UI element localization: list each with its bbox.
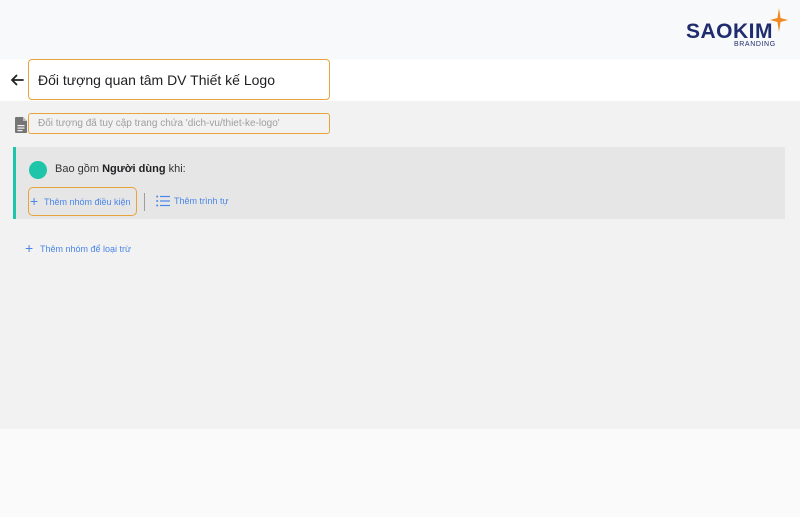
- include-condition-group: Bao gồm Người dùng khi: + Thêm nhóm điều…: [13, 147, 785, 219]
- audience-name-input[interactable]: [28, 59, 330, 100]
- star-icon: [770, 8, 788, 32]
- top-bar: SAOKIM BRANDING: [0, 0, 800, 59]
- list-icon: [156, 195, 170, 207]
- brand-tagline: BRANDING: [734, 41, 776, 48]
- plus-icon: +: [30, 193, 39, 209]
- document-icon: [15, 117, 27, 133]
- title-bar: [0, 59, 800, 101]
- add-exclude-group-label: Thêm nhóm để loại trừ: [40, 244, 132, 254]
- group-label-target[interactable]: Người dùng: [102, 163, 165, 175]
- divider: [144, 193, 145, 211]
- description-input[interactable]: [28, 113, 330, 134]
- group-status-dot: [29, 161, 47, 179]
- add-sequence-label: Thêm trình tự: [174, 196, 229, 206]
- group-label: Bao gồm Người dùng khi:: [55, 163, 186, 175]
- audience-editor: Bao gồm Người dùng khi: + Thêm nhóm điều…: [0, 101, 800, 429]
- plus-icon: +: [25, 240, 34, 256]
- group-label-suffix: khi:: [168, 163, 186, 175]
- add-condition-group-label: Thêm nhóm điều kiện: [44, 197, 131, 207]
- arrow-left-icon[interactable]: [8, 71, 26, 89]
- brand-logo: SAOKIM BRANDING: [686, 8, 790, 50]
- group-label-prefix: Bao gồm: [55, 163, 100, 175]
- add-condition-group-button[interactable]: + Thêm nhóm điều kiện: [28, 187, 137, 216]
